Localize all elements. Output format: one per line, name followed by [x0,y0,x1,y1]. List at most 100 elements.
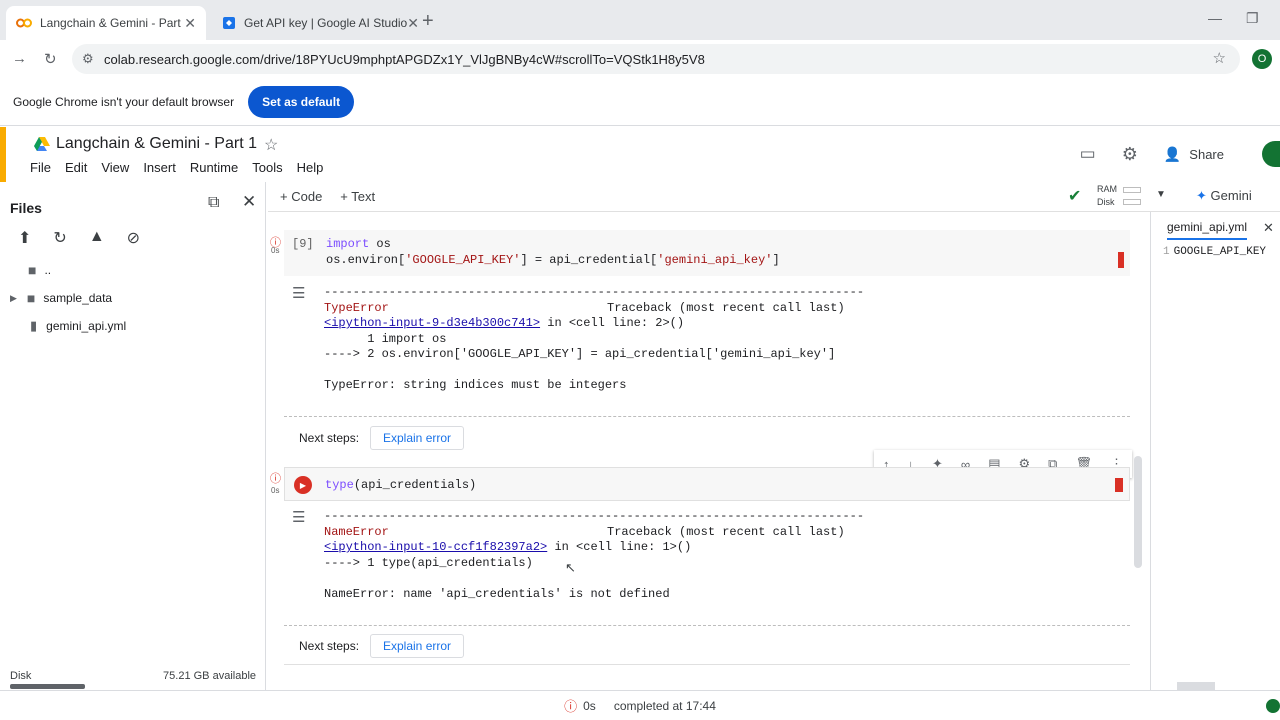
menu-help[interactable]: Help [297,160,324,175]
code-token: ] [772,253,780,267]
close-icon[interactable]: ✕ [1263,220,1274,236]
menu-file[interactable]: File [30,160,51,175]
output-options-icon[interactable]: ☰ [292,284,305,302]
forward-icon[interactable]: → [12,50,27,67]
exec-count: [9] [292,237,314,251]
disk-available: 75.21 GB available [163,670,256,682]
url-text: colab.research.google.com/drive/18PYUcU9… [104,51,705,67]
chevron-down-icon[interactable]: ▼ [1156,189,1166,200]
menu-insert[interactable]: Insert [143,160,176,175]
tab-ai-studio-label: Get API key | Google AI Studio [244,16,408,30]
notebook-title[interactable]: Langchain & Gemini - Part 1 [56,135,257,153]
code-editor[interactable]: type(api_credentials) [325,477,476,493]
code-token: 'GOOGLE_API_KEY' [405,253,521,267]
menu-runtime[interactable]: Runtime [190,160,238,175]
list-item[interactable]: ■ .. [28,262,51,278]
traceback-link[interactable]: <ipython-input-9-d3e4b300c741> [324,316,540,330]
resource-monitor[interactable]: RAM Disk [1097,183,1117,209]
output-error-name: NameError [324,524,389,539]
new-tab-icon[interactable]: + [422,10,434,33]
upload-icon[interactable]: ⬆ [18,228,31,248]
add-text-button[interactable]: + Text [340,189,375,204]
account-avatar[interactable] [1262,141,1280,167]
output-line: ----------------------------------------… [324,509,865,523]
sparkle-icon: ✦ [1196,188,1207,203]
site-info-icon[interactable]: ⚙ [82,51,94,67]
code-cell[interactable]: ▶ type(api_credentials) [284,467,1130,501]
menu-tools[interactable]: Tools [252,160,282,175]
code-token: 'gemini_api_key' [657,253,773,267]
horizontal-scrollbar[interactable] [1177,682,1215,690]
menu-edit[interactable]: Edit [65,160,87,175]
share-person-icon: 👤 [1163,145,1182,162]
add-code-button[interactable]: + Code [280,189,322,204]
traceback-link[interactable]: <ipython-input-10-ccf1f82397a2> [324,540,547,554]
error-marker [1115,478,1123,492]
notebook-area: ⓘ 0s [9] import os os.environ['GOOGLE_API… [268,212,1148,690]
list-item[interactable]: ▮ gemini_api.yml [30,318,126,334]
status-bar: ⓘ 0s completed at 17:44 [0,690,1280,720]
close-icon[interactable]: ✕ [407,15,419,32]
code-token: os [369,237,391,251]
open-in-tab-icon[interactable]: ⧉ [208,194,219,212]
editor-line[interactable]: 1 GOOGLE_API_KEY [1163,246,1266,258]
code-token: ] = api_credential[ [520,253,658,267]
address-bar[interactable]: ⚙ colab.research.google.com/drive/18PYUc… [72,44,1240,74]
share-button[interactable]: Share [1189,147,1224,162]
disk-label: Disk [1097,197,1115,207]
folder-icon: ■ [26,290,36,306]
mount-drive-icon[interactable]: ▲ [89,228,105,248]
notebook-scrollbar[interactable] [1134,456,1142,568]
next-steps-label: Next steps: [299,431,360,445]
comment-icon[interactable]: ▭ [1080,144,1096,164]
gemini-button[interactable]: ✦ Gemini [1196,188,1252,204]
bookmark-star-icon[interactable]: ☆ [1213,49,1226,67]
explain-error-button[interactable]: Explain error [370,426,465,450]
disk-bar [1123,199,1141,205]
editor-tab[interactable]: gemini_api.yml [1167,220,1248,240]
cell-output: ----------------------------------------… [324,509,864,602]
star-icon[interactable]: ☆ [264,135,278,155]
list-item[interactable]: ▶ ■ sample_data [10,290,112,306]
menu-view[interactable]: View [101,160,129,175]
set-as-default-button[interactable]: Set as default [248,85,355,118]
tab-colab[interactable]: Langchain & Gemini - Part 1 - C ✕ [6,6,206,40]
notebook-toolbar: + Code + Text ✔ RAM Disk ▼ ✦ Gemini [268,182,1280,212]
code-token: os.environ[ [326,253,406,267]
code-cell[interactable]: [9] import os os.environ['GOOGLE_API_KEY'… [284,230,1130,276]
file-name: sample_data [43,291,113,305]
code-editor[interactable]: import os os.environ['GOOGLE_API_KEY'] = … [326,236,780,268]
chevron-right-icon[interactable]: ▶ [10,293,17,304]
colab-favicon-icon [16,15,32,31]
close-icon[interactable]: ✕ [184,15,196,32]
explain-error-button[interactable]: Explain error [370,634,465,658]
browser-tab-strip: Langchain & Gemini - Part 1 - C ✕ Get AP… [0,0,1280,40]
code-token: import [326,237,370,251]
ai-studio-favicon-icon [222,15,236,31]
error-icon: ⓘ [564,699,578,714]
mouse-cursor-icon: ↖ [565,560,576,575]
hide-files-icon[interactable]: ⊘ [127,228,140,248]
tab-ai-studio[interactable]: Get API key | Google AI Studio ✕ [212,6,419,40]
refresh-icon[interactable]: ↻ [53,228,66,248]
files-title: Files [10,200,42,216]
minimize-icon[interactable]: — [1208,10,1222,26]
ram-label: RAM [1097,184,1117,194]
output-line: ----> 1 type(api_credentials) [324,555,533,570]
tab-colab-label: Langchain & Gemini - Part 1 - C [40,16,184,30]
run-cell-button[interactable]: ▶ [294,476,312,494]
output-options-icon[interactable]: ☰ [292,508,305,526]
output-line: in <cell line: 1>() [547,540,692,554]
reload-icon[interactable]: ↻ [44,50,57,68]
restore-icon[interactable]: ❐ [1246,10,1259,27]
file-icon: ▮ [30,318,38,333]
code-token: (api_credentials) [353,478,477,492]
avatar[interactable]: O [1252,49,1272,69]
status-completed: completed at 17:44 [613,698,716,713]
line-text: GOOGLE_API_KEY [1173,246,1267,258]
status-indicator [1266,699,1280,713]
close-icon[interactable]: ✕ [242,192,256,212]
file-name: .. [44,263,52,277]
gear-icon[interactable]: ⚙ [1122,144,1138,165]
divider [284,664,1130,665]
